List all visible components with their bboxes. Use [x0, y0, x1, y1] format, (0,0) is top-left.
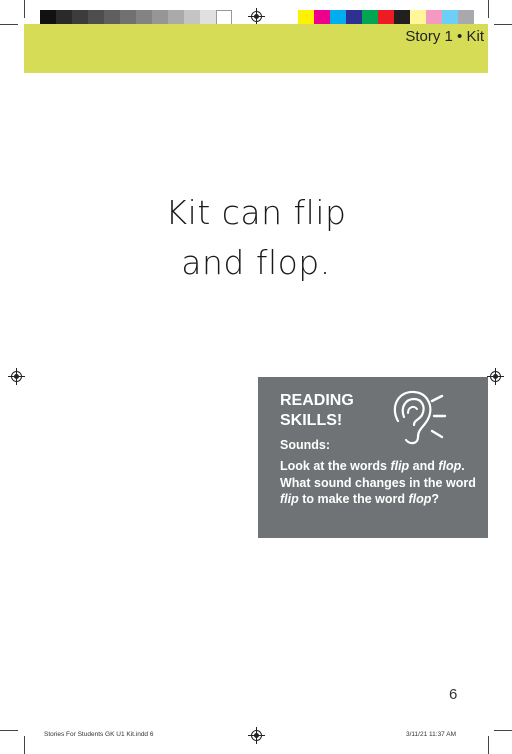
color-swatch [458, 10, 474, 25]
crop-mark [494, 730, 512, 731]
crop-mark [488, 736, 489, 754]
story-line-1: Kit can flip [165, 193, 347, 232]
color-swatch [56, 10, 72, 25]
color-swatch [168, 10, 184, 25]
color-swatch [184, 10, 200, 25]
word-flop: flop [438, 459, 462, 473]
word-flip: flip [390, 459, 410, 473]
color-swatch [88, 10, 104, 25]
crop-mark [24, 0, 25, 18]
color-swatch [200, 10, 216, 25]
color-swatch [378, 10, 394, 25]
color-swatch [426, 10, 442, 25]
color-swatch [40, 10, 56, 25]
color-swatch [72, 10, 88, 25]
skills-question: Look at the words flip and flop. What so… [280, 459, 476, 506]
slug-filename: Stories For Students GK U1 Kit.indd 6 [44, 731, 154, 738]
ear-icon [393, 390, 447, 445]
color-swatch [330, 10, 346, 25]
color-swatch [346, 10, 362, 25]
registration-mark-left [8, 368, 25, 385]
word-flip: flip [280, 492, 299, 506]
process-color-bar [298, 10, 474, 25]
color-swatch [362, 10, 378, 25]
skills-title-line-1: READING [280, 392, 354, 409]
crop-mark [494, 24, 512, 25]
word-flop: flop [408, 492, 432, 506]
sounds-label: Sounds: [280, 438, 330, 452]
color-swatch [152, 10, 168, 25]
story-text: Kit can flip and flop. [0, 188, 512, 288]
color-swatch [410, 10, 426, 25]
color-swatch [104, 10, 120, 25]
crop-mark [0, 24, 18, 25]
story-line-2: and flop. [181, 243, 331, 282]
color-swatch [136, 10, 152, 25]
color-swatch [120, 10, 136, 25]
crop-mark [24, 736, 25, 754]
skills-title-line-2: SKILLS! [280, 412, 343, 429]
color-swatch [394, 10, 410, 25]
color-swatch [298, 10, 314, 25]
registration-mark-top [248, 8, 265, 25]
reading-skills-box: READING SKILLS! Sounds: Look at the word… [258, 377, 488, 538]
story-label: Story 1 • Kit [405, 28, 484, 45]
page-number: 6 [449, 686, 458, 703]
grayscale-color-bar [40, 10, 232, 25]
crop-mark [488, 0, 489, 18]
color-swatch [314, 10, 330, 25]
color-swatch [442, 10, 458, 25]
registration-mark-bottom [248, 727, 265, 744]
skills-title: READING SKILLS! [280, 391, 354, 431]
slug-datetime: 3/11/21 11:37 AM [406, 731, 456, 738]
registration-mark-right [487, 368, 504, 385]
crop-mark [0, 730, 18, 731]
color-swatch [216, 10, 232, 25]
